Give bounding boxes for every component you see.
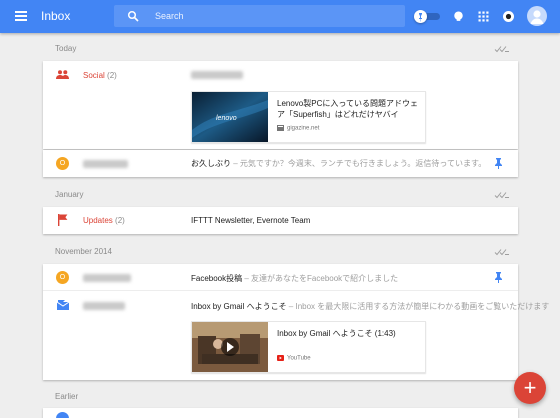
section-label-november: November 2014 — [55, 247, 112, 256]
email-subject-line: IFTTT Newsletter, Evernote Team — [191, 216, 311, 225]
pin-icon[interactable] — [495, 158, 502, 169]
pin-icon[interactable] — [495, 272, 502, 283]
blurred-sender — [191, 71, 243, 79]
search-icon — [127, 10, 139, 22]
youtube-icon — [277, 355, 284, 361]
email-row-inbox-welcome[interactable]: Inbox by Gmail へようこそ – Inbox を最大限に活用する方法… — [43, 292, 549, 380]
earlier-card-partial[interactable] — [43, 408, 518, 418]
updates-label: Updates (2) — [83, 216, 125, 225]
pin-toggle-switch[interactable] — [414, 10, 440, 23]
notifications-icon[interactable] — [502, 10, 515, 23]
sweep-icon[interactable] — [494, 191, 510, 199]
hamburger-icon[interactable] — [15, 11, 27, 21]
video-thumbnail — [192, 322, 268, 372]
section-label-earlier: Earlier — [55, 392, 79, 401]
preview-title[interactable]: Inbox by Gmail へようこそ (1:43) — [277, 328, 422, 339]
sender-avatar: O — [56, 157, 69, 170]
thumb-logo-text: lenovo — [216, 115, 237, 122]
email-subject-line: Facebook投稿 – 友達があなたをFacebookで紹介しました — [191, 274, 399, 283]
pin-toggle-icon — [414, 10, 427, 23]
email-row-facebook[interactable]: O Facebook投稿 – 友達があなたをFacebookで紹介しました — [43, 264, 518, 291]
search-input[interactable]: Search — [155, 11, 184, 21]
lenovo-thumbnail: lenovo — [192, 92, 268, 142]
app-title: Inbox — [41, 9, 71, 23]
video-preview-card[interactable]: Inbox by Gmail へようこそ (1:43) YouTube — [191, 321, 426, 373]
preview-source: gigazine.net — [277, 125, 319, 132]
email-subject-line: お久しぶり – 元気ですか？今週末、ランチでも行きましょう。返信待っています。 — [191, 159, 487, 168]
envelope-icon — [57, 300, 69, 310]
social-label: Social (2) — [83, 71, 117, 80]
account-avatar-icon[interactable] — [527, 6, 547, 26]
flag-icon — [58, 214, 68, 226]
top-app-bar: Inbox Search — [0, 0, 560, 33]
preview-source: YouTube — [277, 355, 311, 362]
sender-avatar: O — [56, 271, 69, 284]
reminder-icon[interactable] — [452, 10, 465, 23]
compose-fab-button[interactable]: + — [514, 372, 546, 404]
sweep-icon[interactable] — [494, 45, 510, 53]
email-subject-line: Inbox by Gmail へようこそ – Inbox を最大限に活用する方法… — [191, 302, 550, 311]
sender-avatar — [56, 412, 69, 418]
november-email-group: O Facebook投稿 – 友達があなたをFacebookで紹介しました In… — [43, 264, 549, 380]
search-bar[interactable]: Search — [114, 5, 405, 27]
preview-title[interactable]: Lenovo製PCに入っている問題アドウェア「Superfish」はどれだけヤバ… — [277, 98, 422, 120]
email-row-greeting[interactable]: O お久しぶり – 元気ですか？今週末、ランチでも行きましょう。返信待っています… — [43, 150, 518, 177]
people-icon — [56, 70, 69, 79]
sweep-icon[interactable] — [494, 248, 510, 256]
blurred-sender — [83, 160, 128, 168]
section-label-january: January — [55, 190, 84, 199]
updates-bundle-card[interactable]: Updates (2) IFTTT Newsletter, Evernote T… — [43, 207, 518, 234]
blurred-sender — [83, 302, 125, 310]
page-icon — [277, 125, 284, 131]
blurred-sender — [83, 274, 131, 282]
social-bundle-card[interactable]: Social (2) lenovo Lenovo製PCに入っている問題アドウェア… — [43, 61, 518, 149]
link-preview-card[interactable]: lenovo Lenovo製PCに入っている問題アドウェア「Superfish」… — [191, 91, 426, 143]
section-label-today: Today — [55, 44, 77, 53]
apps-grid-icon[interactable] — [477, 10, 490, 23]
